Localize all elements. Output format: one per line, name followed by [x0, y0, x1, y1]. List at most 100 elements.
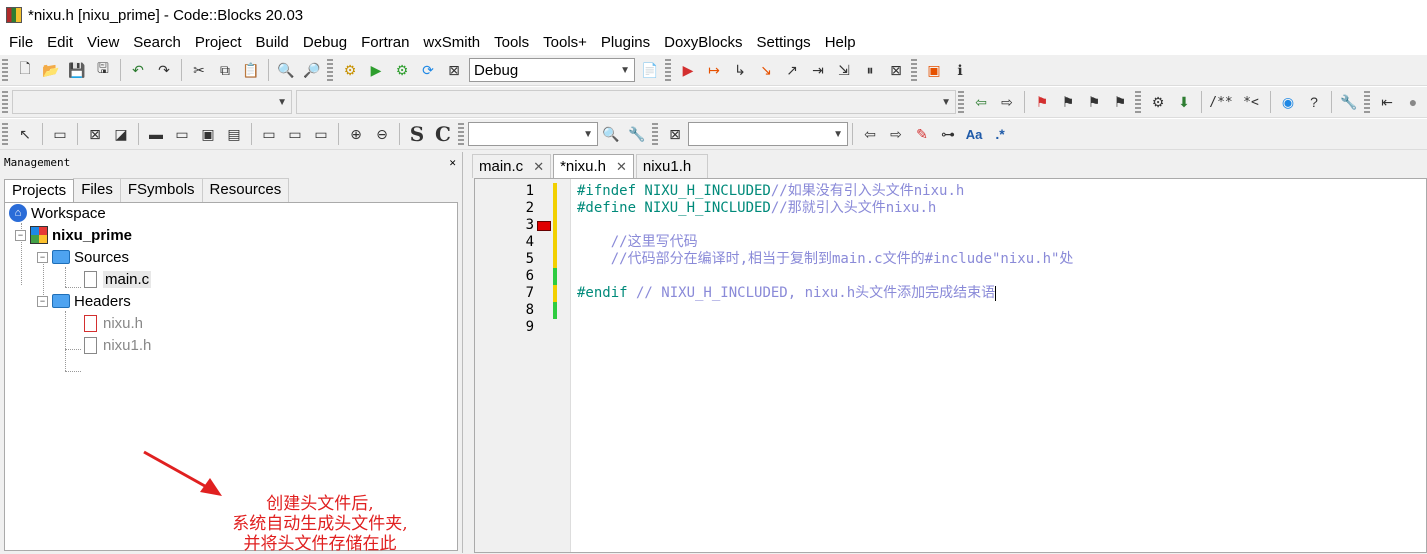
- step-out-icon[interactable]: ↗: [781, 59, 803, 81]
- tree-file-nixu-h[interactable]: nixu.h: [81, 313, 143, 333]
- toolbar-grip[interactable]: [665, 59, 671, 81]
- toolbar-grip[interactable]: [2, 59, 8, 81]
- incremental-search-combo[interactable]: ▼: [688, 122, 848, 146]
- next-line-icon[interactable]: ↳: [729, 59, 751, 81]
- c-icon[interactable]: C: [432, 122, 454, 146]
- toolbar-grip[interactable]: [2, 123, 8, 145]
- abort-icon[interactable]: ⊠: [443, 59, 465, 81]
- close-icon[interactable]: ✕: [449, 156, 456, 169]
- jump-back-icon[interactable]: ⇦: [970, 91, 992, 113]
- regex-button[interactable]: .*: [989, 123, 1011, 145]
- tab-fsymbols[interactable]: FSymbols: [119, 178, 203, 202]
- find-icon[interactable]: 🔍: [275, 59, 297, 81]
- jump-forward-icon[interactable]: ⇨: [996, 91, 1018, 113]
- zoom-out-icon[interactable]: ⊖: [371, 123, 393, 145]
- next-bookmark-icon[interactable]: ⚑: [1083, 91, 1105, 113]
- tab-resources[interactable]: Resources: [201, 178, 290, 202]
- next-instruction-icon[interactable]: ⇥: [807, 59, 829, 81]
- tree-folder-headers[interactable]: − Headers: [37, 291, 131, 311]
- doxywizard-icon[interactable]: ⚙: [1147, 91, 1169, 113]
- clear-bookmarks-icon[interactable]: ⚑: [1109, 91, 1131, 113]
- menu-help[interactable]: Help: [818, 34, 863, 51]
- function-select[interactable]: ▼: [296, 90, 956, 114]
- menu-settings[interactable]: Settings: [749, 34, 817, 51]
- close-icon[interactable]: ✕: [533, 159, 544, 175]
- menu-build[interactable]: Build: [249, 34, 296, 51]
- s-icon[interactable]: S: [406, 122, 428, 146]
- align-fill-icon[interactable]: ▤: [223, 123, 245, 145]
- clear-icon[interactable]: ⊠: [664, 123, 686, 145]
- editor-tab-nixu1-h[interactable]: nixu1.h: [635, 154, 709, 178]
- toolbar-grip[interactable]: [1135, 91, 1141, 113]
- prev-bookmark-icon[interactable]: ⚑: [1057, 91, 1079, 113]
- highlight-icon[interactable]: ✎: [911, 123, 933, 145]
- tab-projects[interactable]: Projects: [4, 179, 75, 203]
- close-icon[interactable]: ✕: [616, 159, 627, 175]
- toolbar-grip[interactable]: [911, 59, 917, 81]
- build-gear-icon[interactable]: ⚙: [339, 59, 361, 81]
- align-bottom-icon[interactable]: ▬: [145, 123, 167, 145]
- debug-start-icon[interactable]: ▶: [677, 59, 699, 81]
- menu-view[interactable]: View: [80, 34, 126, 51]
- editor-tab-main-c[interactable]: main.c ✕: [472, 154, 552, 178]
- build-options-icon[interactable]: 📄: [639, 59, 661, 81]
- tree-project[interactable]: − nixu_prime: [15, 225, 132, 245]
- extract-docs-icon[interactable]: ⬇: [1173, 91, 1195, 113]
- pause-icon[interactable]: ⏸: [859, 59, 881, 81]
- toolbar-grip[interactable]: [1364, 91, 1370, 113]
- search-icon[interactable]: 🔍: [600, 123, 622, 145]
- sizer-grid-icon[interactable]: ◪: [110, 123, 132, 145]
- border-both-icon[interactable]: ▭: [310, 123, 332, 145]
- save-all-icon[interactable]: 🖫: [92, 59, 114, 81]
- wrench-icon[interactable]: 🔧: [1338, 91, 1360, 113]
- menu-fortran[interactable]: Fortran: [354, 34, 416, 51]
- tree-workspace[interactable]: ⌂ Workspace: [9, 203, 106, 223]
- tab-files[interactable]: Files: [73, 178, 121, 202]
- toolbar-grip[interactable]: [958, 91, 964, 113]
- pointer-icon[interactable]: ↖: [14, 123, 36, 145]
- new-file-icon[interactable]: 🗋: [14, 59, 36, 81]
- code-text[interactable]: #ifndef NIXU_H_INCLUDED//如果没有引入头文件nixu.h…: [573, 179, 1426, 552]
- code-editor[interactable]: 1 2 3 4 5 6 7 8 9 #ifndef NIXU_H_INCLUDE…: [474, 178, 1427, 553]
- undo-icon[interactable]: ↶: [127, 59, 149, 81]
- menu-plugins[interactable]: Plugins: [594, 34, 657, 51]
- record-icon[interactable]: ●: [1402, 91, 1424, 113]
- redo-icon[interactable]: ↷: [153, 59, 175, 81]
- paste-icon[interactable]: 📋: [240, 59, 262, 81]
- menu-project[interactable]: Project: [188, 34, 249, 51]
- copy-icon[interactable]: ⧉: [214, 59, 236, 81]
- menu-doxyblocks[interactable]: DoxyBlocks: [657, 34, 749, 51]
- match-case-icon[interactable]: Aa: [963, 123, 985, 145]
- build-and-run-icon[interactable]: ⚙: [391, 59, 413, 81]
- tab-back-icon[interactable]: ⇤: [1376, 91, 1398, 113]
- menu-tools[interactable]: Tools: [487, 34, 536, 51]
- collapse-icon[interactable]: −: [37, 295, 48, 307]
- tree-file-main-c[interactable]: main.c: [81, 269, 152, 289]
- border-left-icon[interactable]: ▭: [258, 123, 280, 145]
- save-icon[interactable]: 💾: [66, 59, 88, 81]
- step-into-icon[interactable]: ↘: [755, 59, 777, 81]
- toggle-bookmark-icon[interactable]: ⚑: [1031, 91, 1053, 113]
- tree-file-nixu1-h[interactable]: nixu1.h: [81, 335, 151, 355]
- run-to-cursor-icon[interactable]: ↦: [703, 59, 725, 81]
- collapse-icon[interactable]: −: [15, 229, 26, 241]
- replace-icon[interactable]: 🔎: [301, 59, 323, 81]
- align-top-icon[interactable]: ▭: [171, 123, 193, 145]
- debug-info-icon[interactable]: ℹ: [949, 59, 971, 81]
- toolbar-grip[interactable]: [327, 59, 333, 81]
- run-icon[interactable]: ▶: [365, 59, 387, 81]
- menu-search[interactable]: Search: [126, 34, 188, 51]
- selected-text-only-icon[interactable]: ⊶: [937, 123, 959, 145]
- rebuild-icon[interactable]: ⟳: [417, 59, 439, 81]
- open-file-icon[interactable]: 📂: [40, 59, 62, 81]
- doxy-block-comment-button[interactable]: /**: [1208, 91, 1234, 113]
- menu-wxsmith[interactable]: wxSmith: [416, 34, 487, 51]
- editor-tab-nixu-h[interactable]: *nixu.h ✕: [553, 154, 634, 178]
- chm-help-icon[interactable]: ?: [1303, 91, 1325, 113]
- align-center-icon[interactable]: ▣: [197, 123, 219, 145]
- html-docs-icon[interactable]: ◉: [1277, 91, 1299, 113]
- toolbar-grip[interactable]: [458, 123, 464, 145]
- zoom-in-icon[interactable]: ⊕: [345, 123, 367, 145]
- widget-frame-icon[interactable]: ▭: [49, 123, 71, 145]
- stop-debug-icon[interactable]: ⊠: [885, 59, 907, 81]
